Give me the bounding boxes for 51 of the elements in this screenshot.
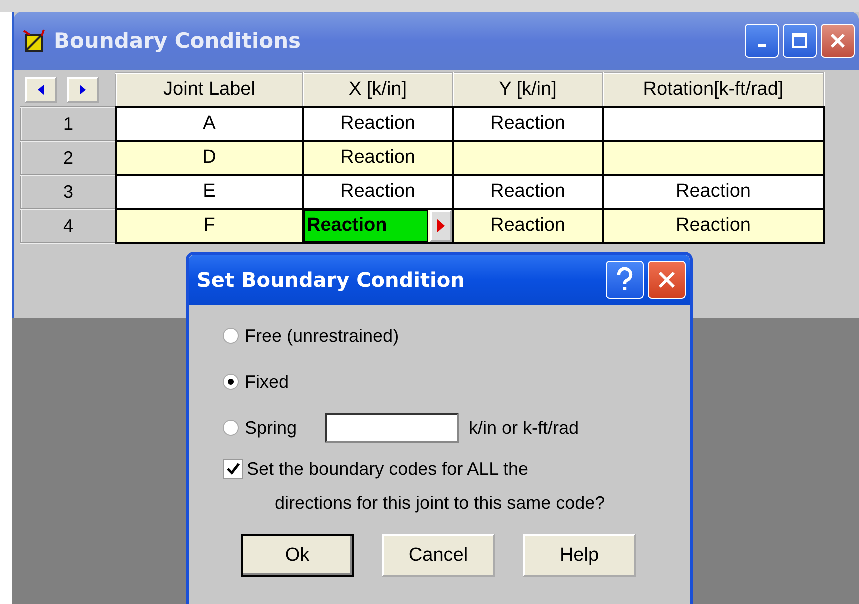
table-cell: Reaction: [303, 107, 453, 141]
row-header[interactable]: 2: [21, 141, 116, 175]
table-cell: Reaction: [453, 107, 603, 141]
radio-button[interactable]: [223, 328, 239, 344]
checkbox-label[interactable]: Set the boundary codes for ALL the directions for this joint to this same code?: [247, 452, 606, 520]
column-header[interactable]: X [k/in]: [303, 73, 453, 107]
spring-input-field[interactable]: [325, 413, 460, 443]
table-cell-editor[interactable]: Reaction: [304, 210, 428, 242]
row-header[interactable]: 1: [21, 107, 116, 141]
checkbox[interactable]: [223, 459, 243, 479]
table-cell: Reaction: [453, 209, 603, 243]
table-cell: Reaction: [303, 141, 453, 175]
radio-button[interactable]: [223, 374, 239, 390]
table-cell: Reaction: [303, 175, 453, 209]
help-button[interactable]: [606, 261, 644, 299]
dialog-button[interactable]: Ok: [241, 534, 354, 577]
minimize-icon: [758, 44, 766, 47]
table-cell: E: [116, 175, 303, 209]
maximize-icon: [792, 33, 808, 49]
frame-icon: [22, 29, 48, 53]
column-header[interactable]: Rotation[k-ft/rad]: [603, 73, 824, 107]
radio-label[interactable]: Spring: [245, 418, 298, 438]
dialog-title: Set Boundary Condition: [197, 268, 466, 292]
column-header[interactable]: Y [k/in]: [453, 73, 603, 107]
close-icon: [829, 32, 847, 50]
radio-label[interactable]: Free (unrestrained): [245, 326, 400, 346]
table-cell: A: [116, 107, 303, 141]
dropdown-button[interactable]: [430, 210, 452, 242]
scroll-left-button[interactable]: [25, 76, 57, 102]
dialog-button[interactable]: Help: [523, 534, 636, 577]
dialog-button[interactable]: Cancel: [382, 534, 495, 577]
row-header[interactable]: 3: [21, 175, 116, 209]
table-cell: D: [116, 141, 303, 175]
table-cell: F: [116, 209, 303, 243]
unit-label: k/in or k-ft/rad: [469, 418, 580, 438]
minimize-button[interactable]: [745, 24, 779, 58]
close-button[interactable]: [648, 261, 686, 299]
close-button[interactable]: [821, 24, 855, 58]
window-title: Boundary Conditions: [54, 29, 302, 53]
column-header[interactable]: Joint Label: [116, 73, 303, 107]
close-icon: [657, 270, 677, 290]
radio-label[interactable]: Fixed: [245, 372, 290, 392]
question-mark-icon: [615, 267, 635, 293]
table-cell: Reaction: [453, 175, 603, 209]
scroll-right-button[interactable]: [67, 76, 99, 102]
row-header[interactable]: 4: [21, 209, 116, 243]
right-triangle-icon: [437, 219, 445, 233]
maximize-button[interactable]: [783, 24, 817, 58]
table-cell: Reaction: [603, 175, 824, 209]
table-cell: Reaction: [603, 209, 824, 243]
radio-button[interactable]: [223, 420, 239, 436]
